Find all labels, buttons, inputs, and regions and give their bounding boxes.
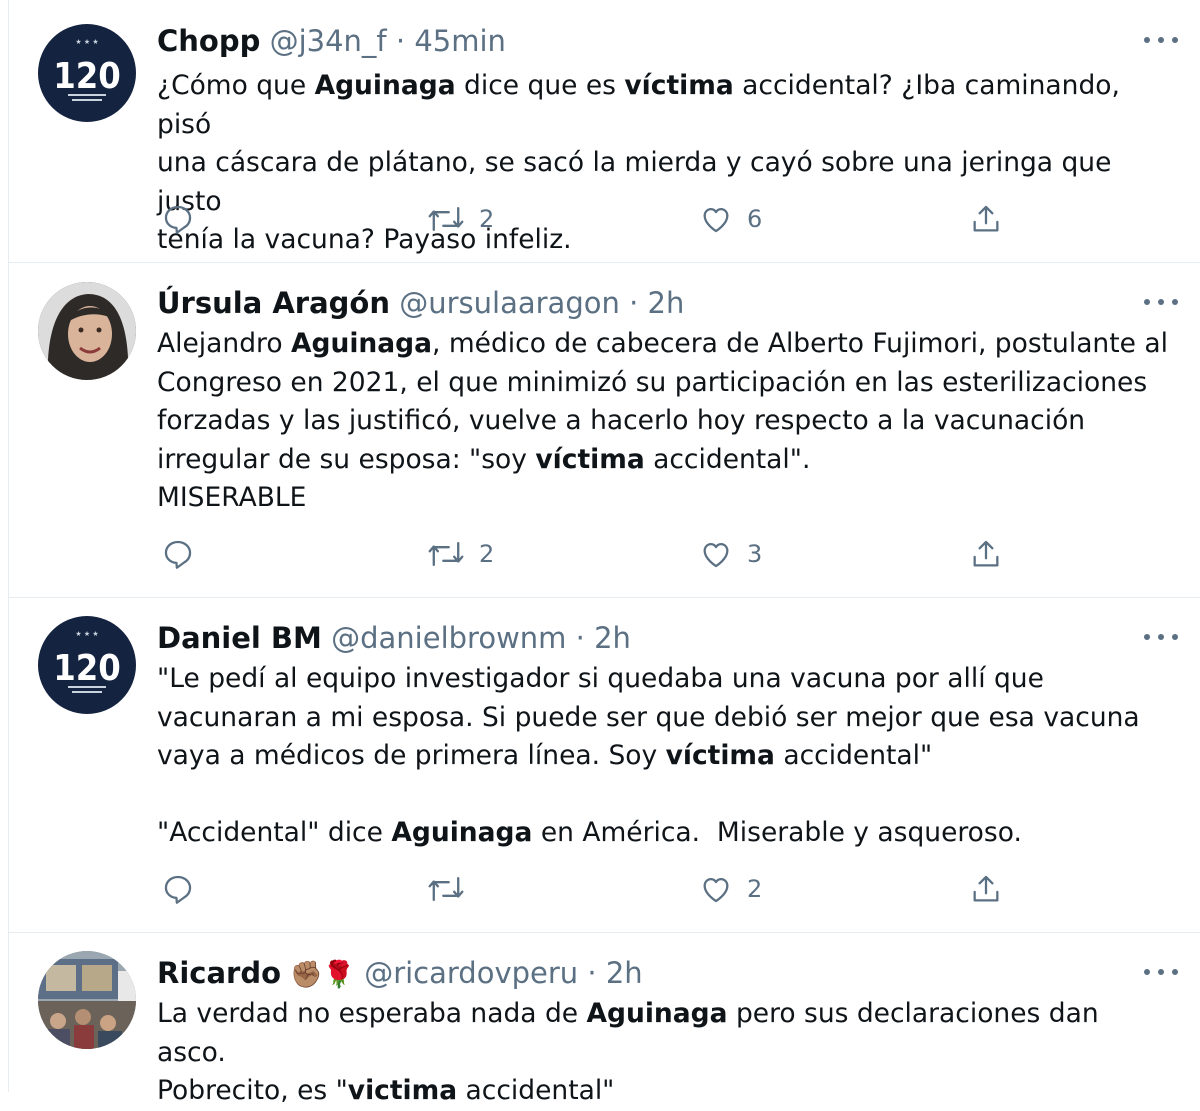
tweet[interactable]: ★ ★ ★ 120 Daniel BM @danielbrownm · 2h "… (9, 597, 1200, 933)
like-count: 2 (747, 875, 763, 903)
tweet-text-segment: ¿Cómo que (157, 70, 315, 101)
tweet-header: Daniel BM @danielbrownm · 2h (157, 619, 1200, 657)
svg-text:★ ★ ★: ★ ★ ★ (75, 630, 98, 638)
tweet-timestamp[interactable]: 2h (648, 286, 685, 320)
share-button[interactable] (969, 537, 1003, 571)
separator: · (629, 286, 639, 320)
avatar[interactable] (38, 282, 136, 380)
tweet-actions: 2 3 (157, 537, 1200, 577)
like-button[interactable]: 6 (699, 202, 762, 236)
retweet-icon (428, 541, 464, 567)
like-icon (703, 877, 729, 903)
retweet-count: 2 (479, 205, 495, 233)
tweet-text-bold: víctima (535, 443, 645, 475)
like-icon (703, 207, 729, 233)
tweet-text-segment: dice que es (455, 70, 625, 101)
logo-text: 120 (53, 56, 121, 97)
avatar[interactable]: ★ ★ ★ 120 (38, 616, 136, 714)
reply-icon (164, 205, 192, 234)
like-count: 6 (747, 205, 763, 233)
tweet-text: Alejandro Aguinaga, médico de cabecera d… (157, 325, 1170, 518)
reply-button[interactable] (161, 537, 195, 571)
team-logo-icon: ★ ★ ★ 120 (53, 38, 121, 101)
tweet-text-bold: víctima (665, 740, 775, 771)
tweet-timestamp[interactable]: 45min (414, 24, 506, 58)
user-handle[interactable]: @danielbrownm (331, 621, 566, 655)
tweet-text-bold: Aguinaga (391, 817, 533, 848)
user-handle[interactable]: @ursulaaragon (399, 286, 620, 320)
retweet-button[interactable] (427, 872, 479, 906)
more-icon[interactable] (1144, 30, 1178, 50)
separator: · (575, 621, 585, 655)
tweet-text: La verdad no esperaba nada de Aguinaga p… (157, 995, 1170, 1111)
separator: · (395, 24, 406, 58)
tweet-text-bold: Aguinaga (290, 328, 432, 359)
svg-text:★ ★ ★: ★ ★ ★ (75, 38, 98, 46)
share-icon (973, 540, 999, 567)
more-icon[interactable] (1144, 962, 1178, 982)
reply-icon (164, 875, 192, 904)
tweet[interactable]: Úrsula Aragón @ursulaaragon · 2h Alejand… (9, 262, 1200, 598)
retweet-button[interactable]: 2 (427, 537, 494, 571)
team-logo-icon: ★ ★ ★ 120 (53, 630, 121, 693)
display-name[interactable]: Úrsula Aragón (157, 286, 390, 320)
display-name[interactable]: Ricardo (157, 956, 281, 990)
logo-text: 120 (53, 648, 121, 689)
retweet-count: 2 (479, 540, 495, 568)
reply-icon (164, 540, 192, 569)
more-icon[interactable] (1144, 627, 1178, 647)
tweet-text-segment: Alejandro (157, 328, 291, 359)
tweet-timestamp[interactable]: 2h (594, 621, 631, 655)
more-icon[interactable] (1144, 292, 1178, 312)
tweet-text-bold: Aguinaga (586, 998, 728, 1029)
reply-button[interactable] (161, 872, 195, 906)
share-button[interactable] (969, 872, 1003, 906)
like-icon (703, 542, 729, 568)
tweet-timestamp[interactable]: 2h (606, 956, 643, 990)
like-count: 3 (747, 540, 763, 568)
name-emojis: ✊🏽🌹 (290, 960, 355, 990)
like-button[interactable]: 3 (699, 537, 762, 571)
crowd-photo-icon (38, 951, 136, 1049)
tweet-text-bold: víctima (624, 70, 734, 101)
tweet-text-bold: victima (347, 1075, 458, 1106)
tweet-text-segment: accidental" (457, 1075, 615, 1106)
reply-button[interactable] (161, 202, 195, 236)
like-button[interactable]: 2 (699, 872, 762, 906)
tweet[interactable]: ★ ★ ★ 120 Chopp @j34n_f · 45min ¿Cómo qu… (9, 0, 1200, 263)
user-handle[interactable]: @ricardovperu (364, 956, 578, 990)
tweet[interactable]: Ricardo ✊🏽🌹 @ricardovperu · 2h La verdad… (9, 932, 1200, 1106)
tweet-text-segment: en América. Miserable y asqueroso. (532, 817, 1022, 848)
display-name[interactable]: Daniel BM (157, 621, 322, 655)
tweet-text-segment: "Le pedí al equipo investigador si queda… (157, 663, 1140, 771)
separator: · (587, 956, 597, 990)
profile-photo-icon (38, 282, 136, 380)
tweet-text: "Le pedí al equipo investigador si queda… (157, 660, 1170, 853)
tweet-header: Ricardo ✊🏽🌹 @ricardovperu · 2h (157, 954, 1200, 994)
retweet-icon (428, 206, 464, 232)
tweet-header: Úrsula Aragón @ursulaaragon · 2h (157, 284, 1200, 322)
share-icon (973, 875, 999, 902)
tweet-text-segment: La verdad no esperaba nada de (157, 998, 587, 1029)
tweet-actions: 2 (157, 872, 1200, 912)
avatar[interactable] (38, 951, 136, 1049)
share-icon (973, 205, 999, 232)
avatar[interactable]: ★ ★ ★ 120 (38, 24, 136, 122)
share-button[interactable] (969, 202, 1003, 236)
user-handle[interactable]: @j34n_f (270, 24, 387, 58)
retweet-button[interactable]: 2 (427, 202, 494, 236)
tweet-header: Chopp @j34n_f · 45min (157, 22, 1200, 60)
tweet-actions: 2 6 (157, 202, 1200, 242)
tweet-text-bold: Aguinaga (314, 70, 456, 101)
display-name[interactable]: Chopp (157, 24, 260, 58)
retweet-icon (428, 876, 464, 902)
